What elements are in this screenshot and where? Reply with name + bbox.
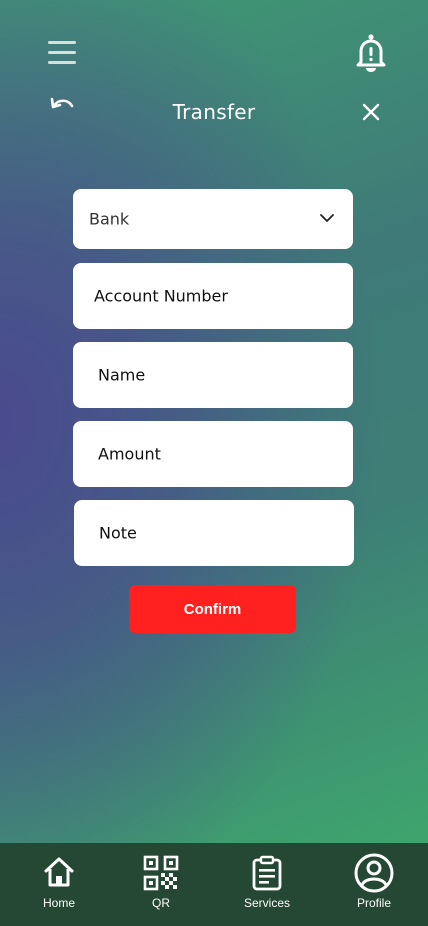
note-placeholder: Note: [99, 523, 137, 543]
profile-icon: [354, 853, 394, 893]
notification-bell-icon[interactable]: [350, 32, 392, 74]
home-icon: [44, 857, 74, 887]
qr-code-icon: [143, 855, 179, 891]
note-field[interactable]: Note: [74, 500, 354, 566]
clipboard-icon: [252, 855, 282, 891]
tab-qr[interactable]: QR: [116, 843, 206, 926]
name-field[interactable]: Name: [73, 342, 353, 408]
name-placeholder: Name: [98, 365, 146, 385]
close-icon[interactable]: [357, 98, 385, 126]
amount-field[interactable]: Amount: [73, 421, 353, 487]
bank-select-value: Bank: [89, 209, 130, 229]
tab-profile[interactable]: Profile: [329, 843, 419, 926]
bank-select[interactable]: Bank: [73, 189, 353, 249]
tab-services-label: Services: [243, 896, 290, 910]
account-number-placeholder: Account Number: [94, 286, 228, 306]
tab-profile-label: Profile: [356, 896, 391, 910]
account-number-field[interactable]: Account Number: [73, 263, 353, 329]
bottom-tab-bar: Home QR Services Profile: [0, 843, 428, 926]
menu-icon[interactable]: [44, 36, 80, 70]
confirm-button[interactable]: Confirm: [129, 585, 296, 633]
tab-home-label: Home: [42, 896, 75, 910]
tab-services[interactable]: Services: [222, 843, 312, 926]
amount-placeholder: Amount: [98, 444, 161, 464]
tab-qr-label: QR: [152, 896, 170, 910]
chevron-down-icon: [320, 214, 334, 222]
tab-home[interactable]: Home: [14, 843, 104, 926]
